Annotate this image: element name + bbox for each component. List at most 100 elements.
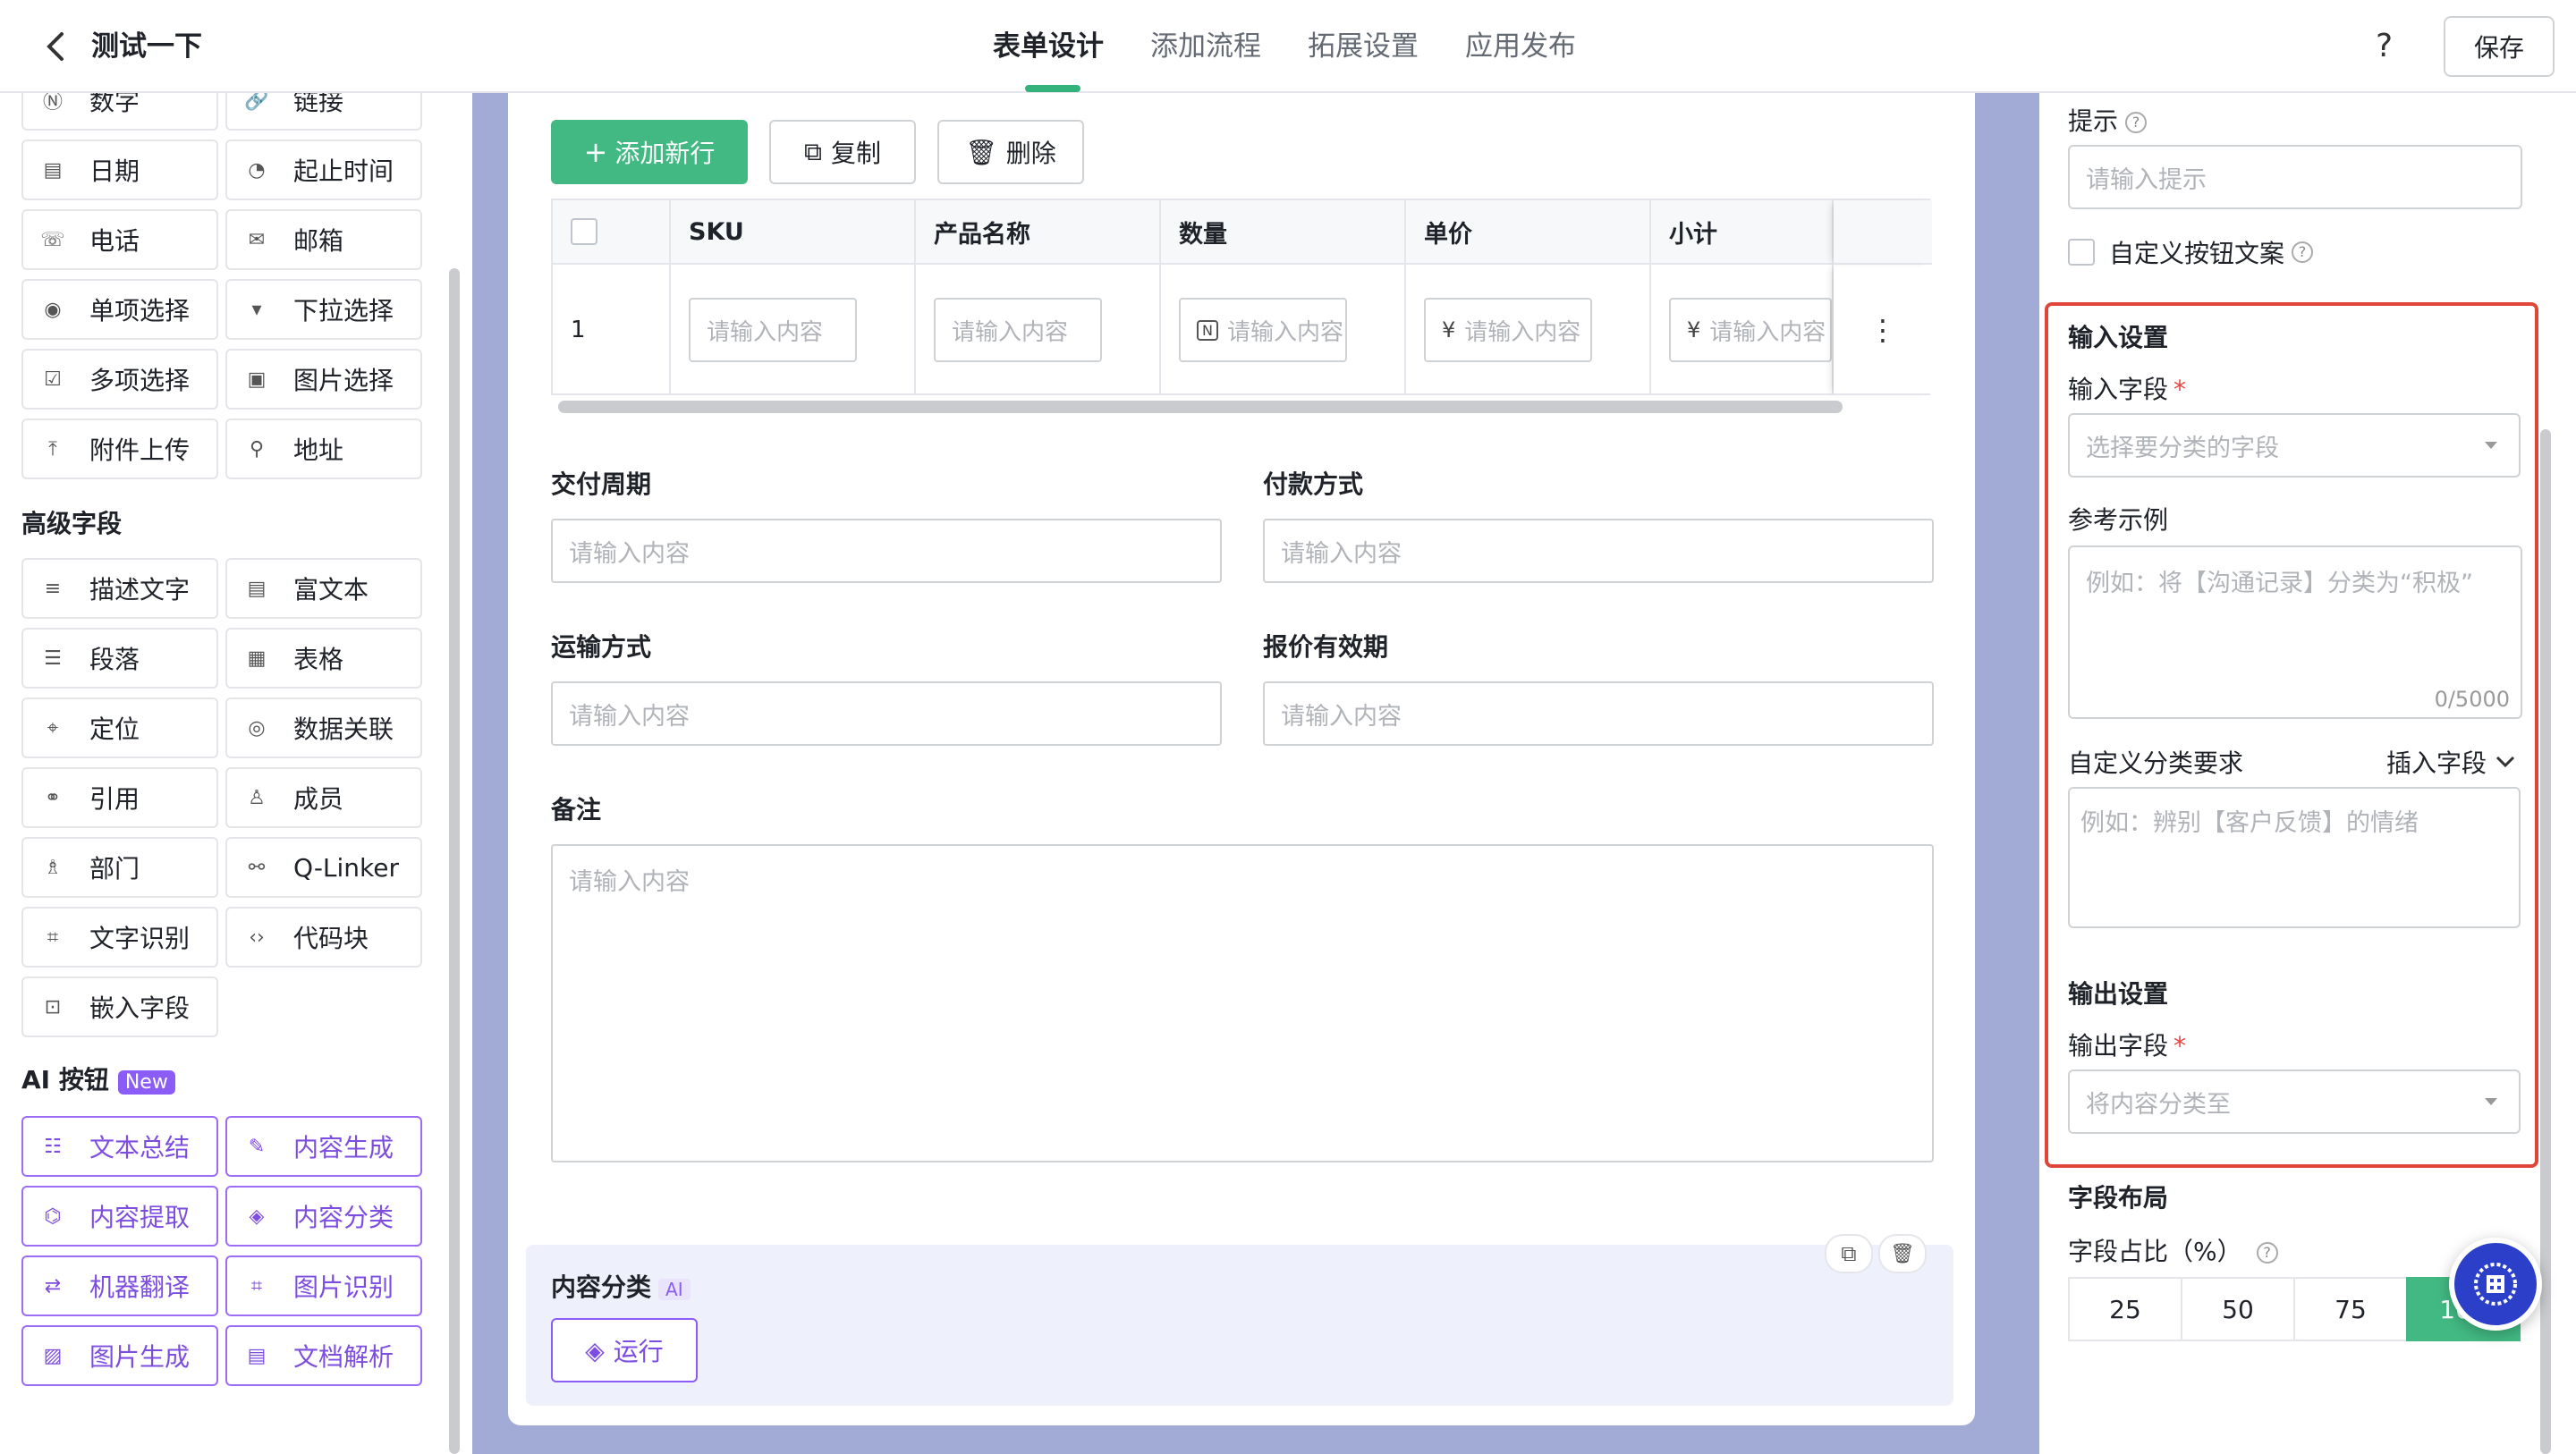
delete-button[interactable]: 🗑 删除 [937,120,1084,184]
field-button-calendar[interactable]: ▤ 日期 [21,139,218,200]
generate-icon: ✎ [248,1135,266,1158]
code-icon: ‹› [249,926,265,949]
field-button-label: Q-Linker [293,852,400,883]
ai-classify-block[interactable] [526,1245,1953,1406]
remark-textarea[interactable]: 请输入内容 [551,844,1934,1162]
field-button-extract[interactable]: ⌬ 内容提取 [21,1186,218,1247]
payment-input[interactable]: 请输入内容 [1263,519,1934,583]
required-mark: * [2174,1031,2187,1061]
field-button-location[interactable]: ⌖ 定位 [21,697,218,758]
custom-requirement-textarea[interactable]: 例如：辨别【客户反馈】的情绪 [2068,787,2521,928]
field-button-classify[interactable]: ◈ 内容分类 [225,1186,422,1247]
field-button-generate[interactable]: ✎ 内容生成 [225,1116,422,1177]
field-button-checkbox[interactable]: ☑ 多项选择 [21,349,218,410]
sku-input[interactable]: 请输入内容 [689,298,857,362]
field-button-text-lines[interactable]: ≡ 描述文字 [21,558,218,619]
field-button-time-range[interactable]: ◔ 起止时间 [225,139,422,200]
custom-requirement-label: 自定义分类要求 [2068,748,2244,778]
layers-icon: ◈ [585,1335,605,1365]
output-field-label-text: 输出字段 [2068,1031,2169,1061]
quantity-placeholder: 请输入内容 [1226,318,1343,346]
subtotal-input[interactable]: ¥ 请输入内容 [1669,298,1832,362]
quantity-input[interactable]: N 请输入内容 [1179,298,1347,362]
trash-icon[interactable]: 🗑 [1878,1234,1927,1273]
example-textarea[interactable]: 例如：将【沟通记录】分类为“积极” 0/5000 [2068,545,2522,719]
output-field-select[interactable]: 将内容分类至 [2068,1069,2521,1134]
field-button-mail[interactable]: ✉ 邮箱 [225,209,422,270]
validity-input[interactable]: 请输入内容 [1263,681,1934,746]
copy-button[interactable]: ⧉ 复制 [769,120,916,184]
question-icon[interactable]: ? [2256,1242,2278,1264]
field-button-upload[interactable]: ⤒ 附件上传 [21,418,218,479]
row-more-icon[interactable]: ⋮ [1834,265,1932,395]
help-icon[interactable]: ? [2376,27,2393,66]
caret-down-icon [2485,442,2497,449]
tab-extension-settings[interactable]: 拓展设置 [1308,25,1419,68]
field-button-phone[interactable]: ☏ 电话 [21,209,218,270]
question-icon[interactable]: ? [2125,112,2148,133]
insert-field-dropdown[interactable]: 插入字段 [2386,744,2515,780]
delivery-input[interactable]: 请输入内容 [551,519,1222,583]
unit-price-input[interactable]: ¥ 请输入内容 [1424,298,1592,362]
field-button-number[interactable]: Ⓝ 数字 [21,93,218,131]
summary-icon: ☷ [44,1135,62,1158]
ratio-option-25[interactable]: 25 [2068,1277,2182,1341]
right-scrollbar[interactable] [2540,429,2551,1454]
save-button[interactable]: 保存 [2444,16,2555,77]
field-button-image-generate[interactable]: ▨ 图片生成 [21,1325,218,1386]
field-button-reference[interactable]: ⚭ 引用 [21,767,218,828]
field-button-table[interactable]: ▦ 表格 [225,628,422,689]
field-button-ocr[interactable]: ⌗ 文字识别 [21,907,218,968]
add-row-button[interactable]: + 添加新行 [551,120,748,184]
copy-icon: ⧉ [803,137,822,166]
field-button-document-parse[interactable]: ▤ 文档解析 [225,1325,422,1386]
field-button-image-select[interactable]: ▣ 图片选择 [225,349,422,410]
tab-app-publish[interactable]: 应用发布 [1465,25,1576,68]
field-button-image-recognition[interactable]: ⌗ 图片识别 [225,1255,422,1316]
caret-down-icon [2485,1098,2497,1105]
output-field-label: 输出字段 * [2068,1027,2186,1062]
assistant-icon [2474,1263,2517,1306]
ai-block-title: 内容分类 AI [551,1268,691,1304]
assistant-float-button[interactable] [2449,1238,2542,1331]
custom-button-text-checkbox[interactable] [2068,239,2095,266]
tab-form-design[interactable]: 表单设计 [993,25,1104,68]
field-button-qlinker[interactable]: ⚯ Q-Linker [225,837,422,898]
subtotal-placeholder: 请输入内容 [1709,318,1826,346]
select-all-checkbox[interactable] [571,218,597,245]
field-button-address[interactable]: ⚲ 地址 [225,418,422,479]
hint-input[interactable]: 请输入提示 [2068,145,2522,209]
field-button-radio[interactable]: ◉ 单项选择 [21,279,218,340]
address-icon: ⚲ [249,437,265,461]
field-button-embed[interactable]: ⊡ 嵌入字段 [21,976,218,1037]
run-button[interactable]: ◈ 运行 [551,1318,698,1382]
field-button-dropdown[interactable]: ▾ 下拉选择 [225,279,422,340]
ai-buttons-heading: AI 按钮 New [21,1061,175,1096]
table-horizontal-scrollbar[interactable] [558,401,1843,413]
ratio-option-75[interactable]: 75 [2293,1277,2408,1341]
field-button-summary[interactable]: ☷ 文本总结 [21,1116,218,1177]
department-icon: ♗ [44,856,62,879]
field-button-label: 图片生成 [89,1342,191,1372]
left-scrollbar[interactable] [449,268,460,1454]
field-button-link[interactable]: 🔗 链接 [225,93,422,131]
column-header: 产品名称 [916,200,1161,265]
input-field-select[interactable]: 选择要分类的字段 [2068,413,2521,478]
product-name-input[interactable]: 请输入内容 [934,298,1102,362]
field-button-code[interactable]: ‹› 代码块 [225,907,422,968]
question-icon[interactable]: ? [2292,241,2314,263]
field-button-member[interactable]: ♙ 成员 [225,767,422,828]
field-button-data-link[interactable]: ◎ 数据关联 [225,697,422,758]
custom-button-text-option[interactable]: 自定义按钮文案? [2068,234,2314,270]
ratio-option-50[interactable]: 50 [2181,1277,2295,1341]
back-arrow-icon[interactable] [36,27,75,66]
input-settings-heading: 输入设置 [2068,323,2169,352]
field-button-translate[interactable]: ⇄ 机器翻译 [21,1255,218,1316]
duplicate-icon[interactable]: ⧉ [1825,1234,1873,1273]
active-tab-indicator [1025,85,1080,92]
tab-add-process[interactable]: 添加流程 [1150,25,1261,68]
field-button-paragraph[interactable]: ☰ 段落 [21,628,218,689]
shipping-input[interactable]: 请输入内容 [551,681,1222,746]
field-button-department[interactable]: ♗ 部门 [21,837,218,898]
field-button-rich-text[interactable]: ▤ 富文本 [225,558,422,619]
